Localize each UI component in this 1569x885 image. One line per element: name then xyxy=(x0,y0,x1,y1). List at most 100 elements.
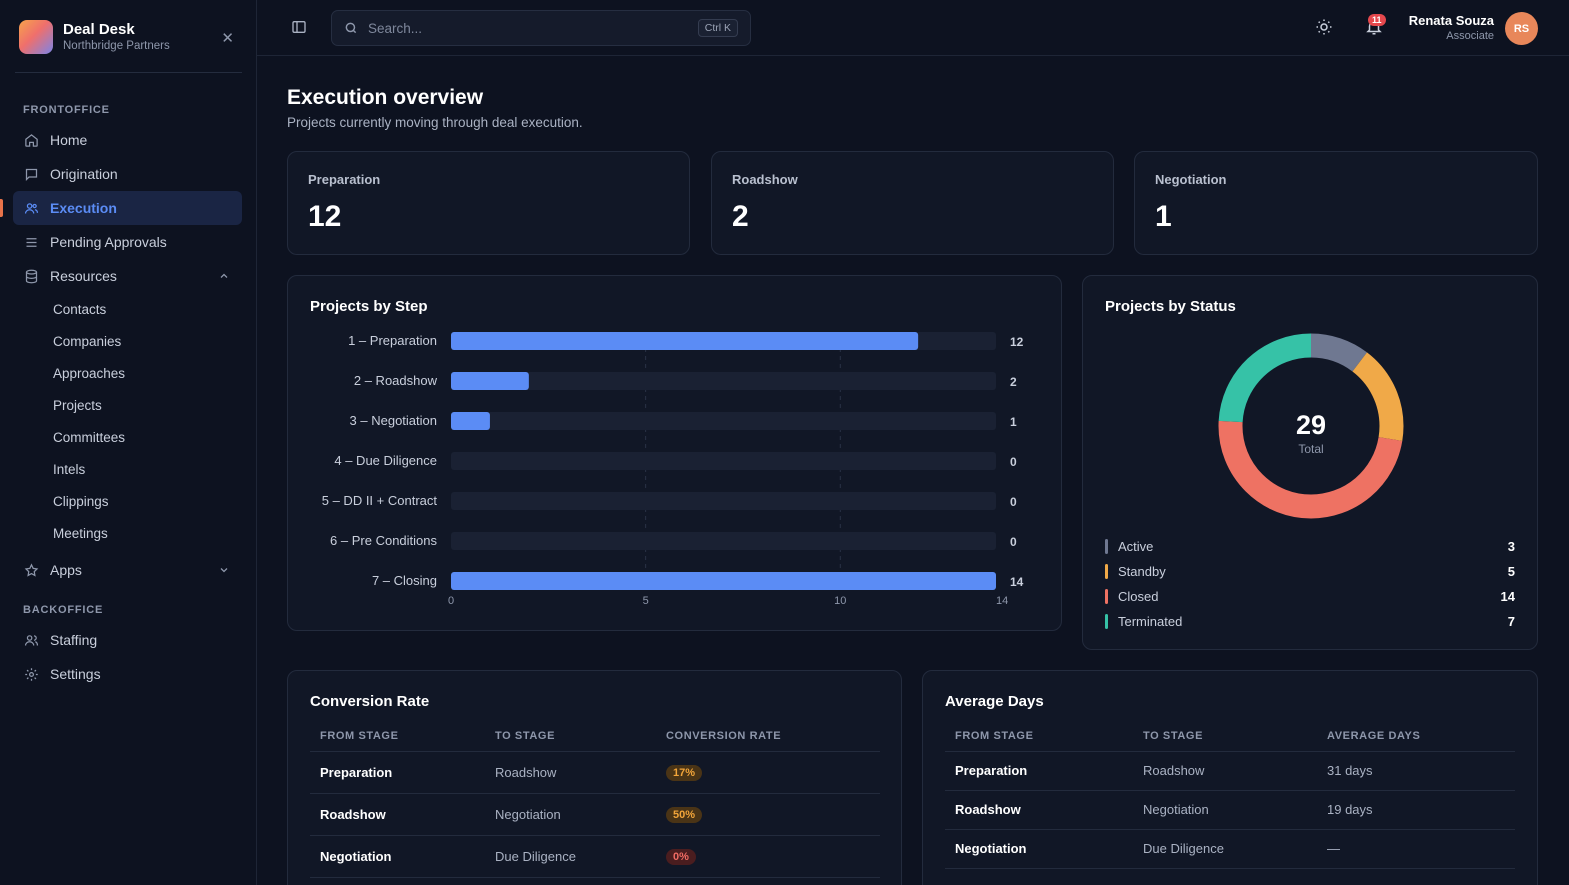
user-group-icon xyxy=(23,632,39,648)
sidebar-item-label: Pending Approvals xyxy=(50,234,167,250)
sidebar-item-pending-approvals[interactable]: Pending Approvals xyxy=(13,225,242,259)
legend-value: 14 xyxy=(1500,589,1515,604)
resources-item-contacts[interactable]: Contacts xyxy=(53,302,106,317)
brand: Deal Desk Northbridge Partners ✕ xyxy=(19,20,242,54)
sidebar-toggle-icon[interactable] xyxy=(291,19,307,40)
legend-value: 5 xyxy=(1507,564,1515,579)
search-input[interactable] xyxy=(368,20,668,36)
from-stage: Roadshow xyxy=(945,790,1133,830)
gear-icon xyxy=(23,666,39,682)
table-row[interactable]: Preparation Roadshow 17% xyxy=(310,751,880,794)
bell-icon[interactable]: 11 xyxy=(1365,14,1386,41)
sidebar-item-label: Resources xyxy=(50,268,117,284)
category-label: 6 – Pre Conditions xyxy=(330,533,437,548)
stat-card-preparation: Preparation 12 xyxy=(287,151,690,255)
stat-label: Roadshow xyxy=(732,172,798,187)
table-row[interactable]: Roadshow Negotiation 50% xyxy=(310,793,880,836)
notification-badge: 11 xyxy=(1368,14,1386,26)
to-stage: Due Diligence xyxy=(1133,829,1317,869)
sidebar-item-home[interactable]: Home xyxy=(13,123,242,157)
table-title: Average Days xyxy=(945,693,1044,710)
brand-title: Deal Desk xyxy=(63,21,135,38)
donut-center-value: 29 xyxy=(1296,410,1326,440)
topbar: Ctrl K 11 Renata Souza Associate RS xyxy=(257,0,1569,56)
column-header: AVERAGE DAYS xyxy=(1317,721,1515,752)
column-header: CONVERSION RATE xyxy=(656,721,880,752)
category-label: 7 – Closing xyxy=(372,573,437,588)
table-row[interactable]: Negotiation Due Diligence 0% xyxy=(310,835,880,878)
sidebar-item-label: Staffing xyxy=(50,632,98,648)
column-header: FROM STAGE xyxy=(945,721,1133,752)
sidebar-item-execution[interactable]: Execution xyxy=(13,191,242,225)
column-header: TO STAGE xyxy=(1133,721,1317,752)
from-stage: Preparation xyxy=(310,751,485,794)
resources-item-intels[interactable]: Intels xyxy=(53,462,85,477)
bar[interactable] xyxy=(451,332,919,350)
resources-item-meetings[interactable]: Meetings xyxy=(53,526,108,541)
legend-item: Active 3 xyxy=(1105,538,1515,556)
bar[interactable] xyxy=(451,412,490,430)
bar[interactable] xyxy=(451,572,996,590)
user-info[interactable]: Renata Souza Associate xyxy=(1409,13,1494,43)
user-name: Renata Souza xyxy=(1408,13,1494,28)
chevron-down-icon xyxy=(218,563,230,579)
resources-item-projects[interactable]: Projects xyxy=(53,398,102,413)
close-icon[interactable]: ✕ xyxy=(221,29,234,47)
resources-item-committees[interactable]: Committees xyxy=(53,430,125,445)
avatar[interactable]: RS xyxy=(1505,12,1538,45)
legend-swatch xyxy=(1105,564,1108,579)
chart-title: Projects by Status xyxy=(1105,298,1236,315)
sun-icon[interactable] xyxy=(1315,18,1333,41)
to-stage: Negotiation xyxy=(485,793,656,836)
to-stage: Roadshow xyxy=(1133,751,1317,791)
to-stage: Negotiation xyxy=(1133,790,1317,830)
resources-item-clippings[interactable]: Clippings xyxy=(53,494,109,509)
conversion-table: FROM STAGE TO STAGE CONVERSION RATE Prep… xyxy=(310,721,880,878)
average-days-value: 31 days xyxy=(1317,751,1515,791)
category-label: 3 – Negotiation xyxy=(350,413,437,428)
sidebar-item-label: Execution xyxy=(50,200,117,216)
average-days-table: FROM STAGE TO STAGE AVERAGE DAYS Prepara… xyxy=(945,721,1515,869)
legend-label: Terminated xyxy=(1118,614,1183,629)
column-header: TO STAGE xyxy=(485,721,656,752)
category-label: 4 – Due Diligence xyxy=(334,453,437,468)
table-row[interactable]: Negotiation Due Diligence — xyxy=(945,829,1515,869)
search-box[interactable]: Ctrl K xyxy=(331,10,751,46)
section-label-frontoffice: FRONTOFFICE xyxy=(23,104,110,116)
bar-track xyxy=(451,532,996,550)
bar-track xyxy=(451,452,996,470)
sidebar-item-settings[interactable]: Settings xyxy=(13,657,242,691)
stat-value: 2 xyxy=(732,200,749,233)
resources-item-approaches[interactable]: Approaches xyxy=(53,366,125,381)
star-icon xyxy=(23,562,39,578)
legend-label: Closed xyxy=(1118,589,1159,604)
projects-by-step-chart: 1 – Preparation 12 2 – Roadshow 2 3 – Negoti… xyxy=(322,332,1024,607)
active-marker xyxy=(0,199,3,217)
tick-label: 10 xyxy=(834,595,846,607)
from-stage: Negotiation xyxy=(310,835,485,878)
database-icon xyxy=(23,268,39,284)
legend-value: 7 xyxy=(1507,614,1515,629)
message-square-icon xyxy=(23,166,39,182)
from-stage: Roadshow xyxy=(310,793,485,836)
conversion-rate-badge: 0% xyxy=(666,848,696,865)
bar-track xyxy=(451,492,996,510)
table-row[interactable]: Preparation Roadshow 31 days xyxy=(945,751,1515,791)
sidebar-item-label: Settings xyxy=(50,666,101,682)
sidebar-item-resources[interactable]: Resources xyxy=(13,259,242,293)
conversion-rate-card: Conversion Rate FROM STAGE TO STAGE CONV… xyxy=(287,670,902,885)
tick-label: 0 xyxy=(448,595,454,607)
resources-item-companies[interactable]: Companies xyxy=(53,334,121,349)
stat-label: Preparation xyxy=(308,172,381,187)
table-row[interactable]: Roadshow Negotiation 19 days xyxy=(945,790,1515,830)
brand-logo xyxy=(19,20,53,54)
average-days-value: — xyxy=(1317,829,1515,869)
average-days-card: Average Days FROM STAGE TO STAGE AVERAGE… xyxy=(922,670,1538,885)
sidebar-item-staffing[interactable]: Staffing xyxy=(13,623,242,657)
sidebar-item-origination[interactable]: Origination xyxy=(13,157,242,191)
legend-swatch xyxy=(1105,539,1108,554)
user-role: Associate xyxy=(1446,30,1494,42)
sidebar-item-apps[interactable]: Apps xyxy=(13,553,242,587)
data-label: 12 xyxy=(1010,335,1024,349)
bar[interactable] xyxy=(451,372,529,390)
